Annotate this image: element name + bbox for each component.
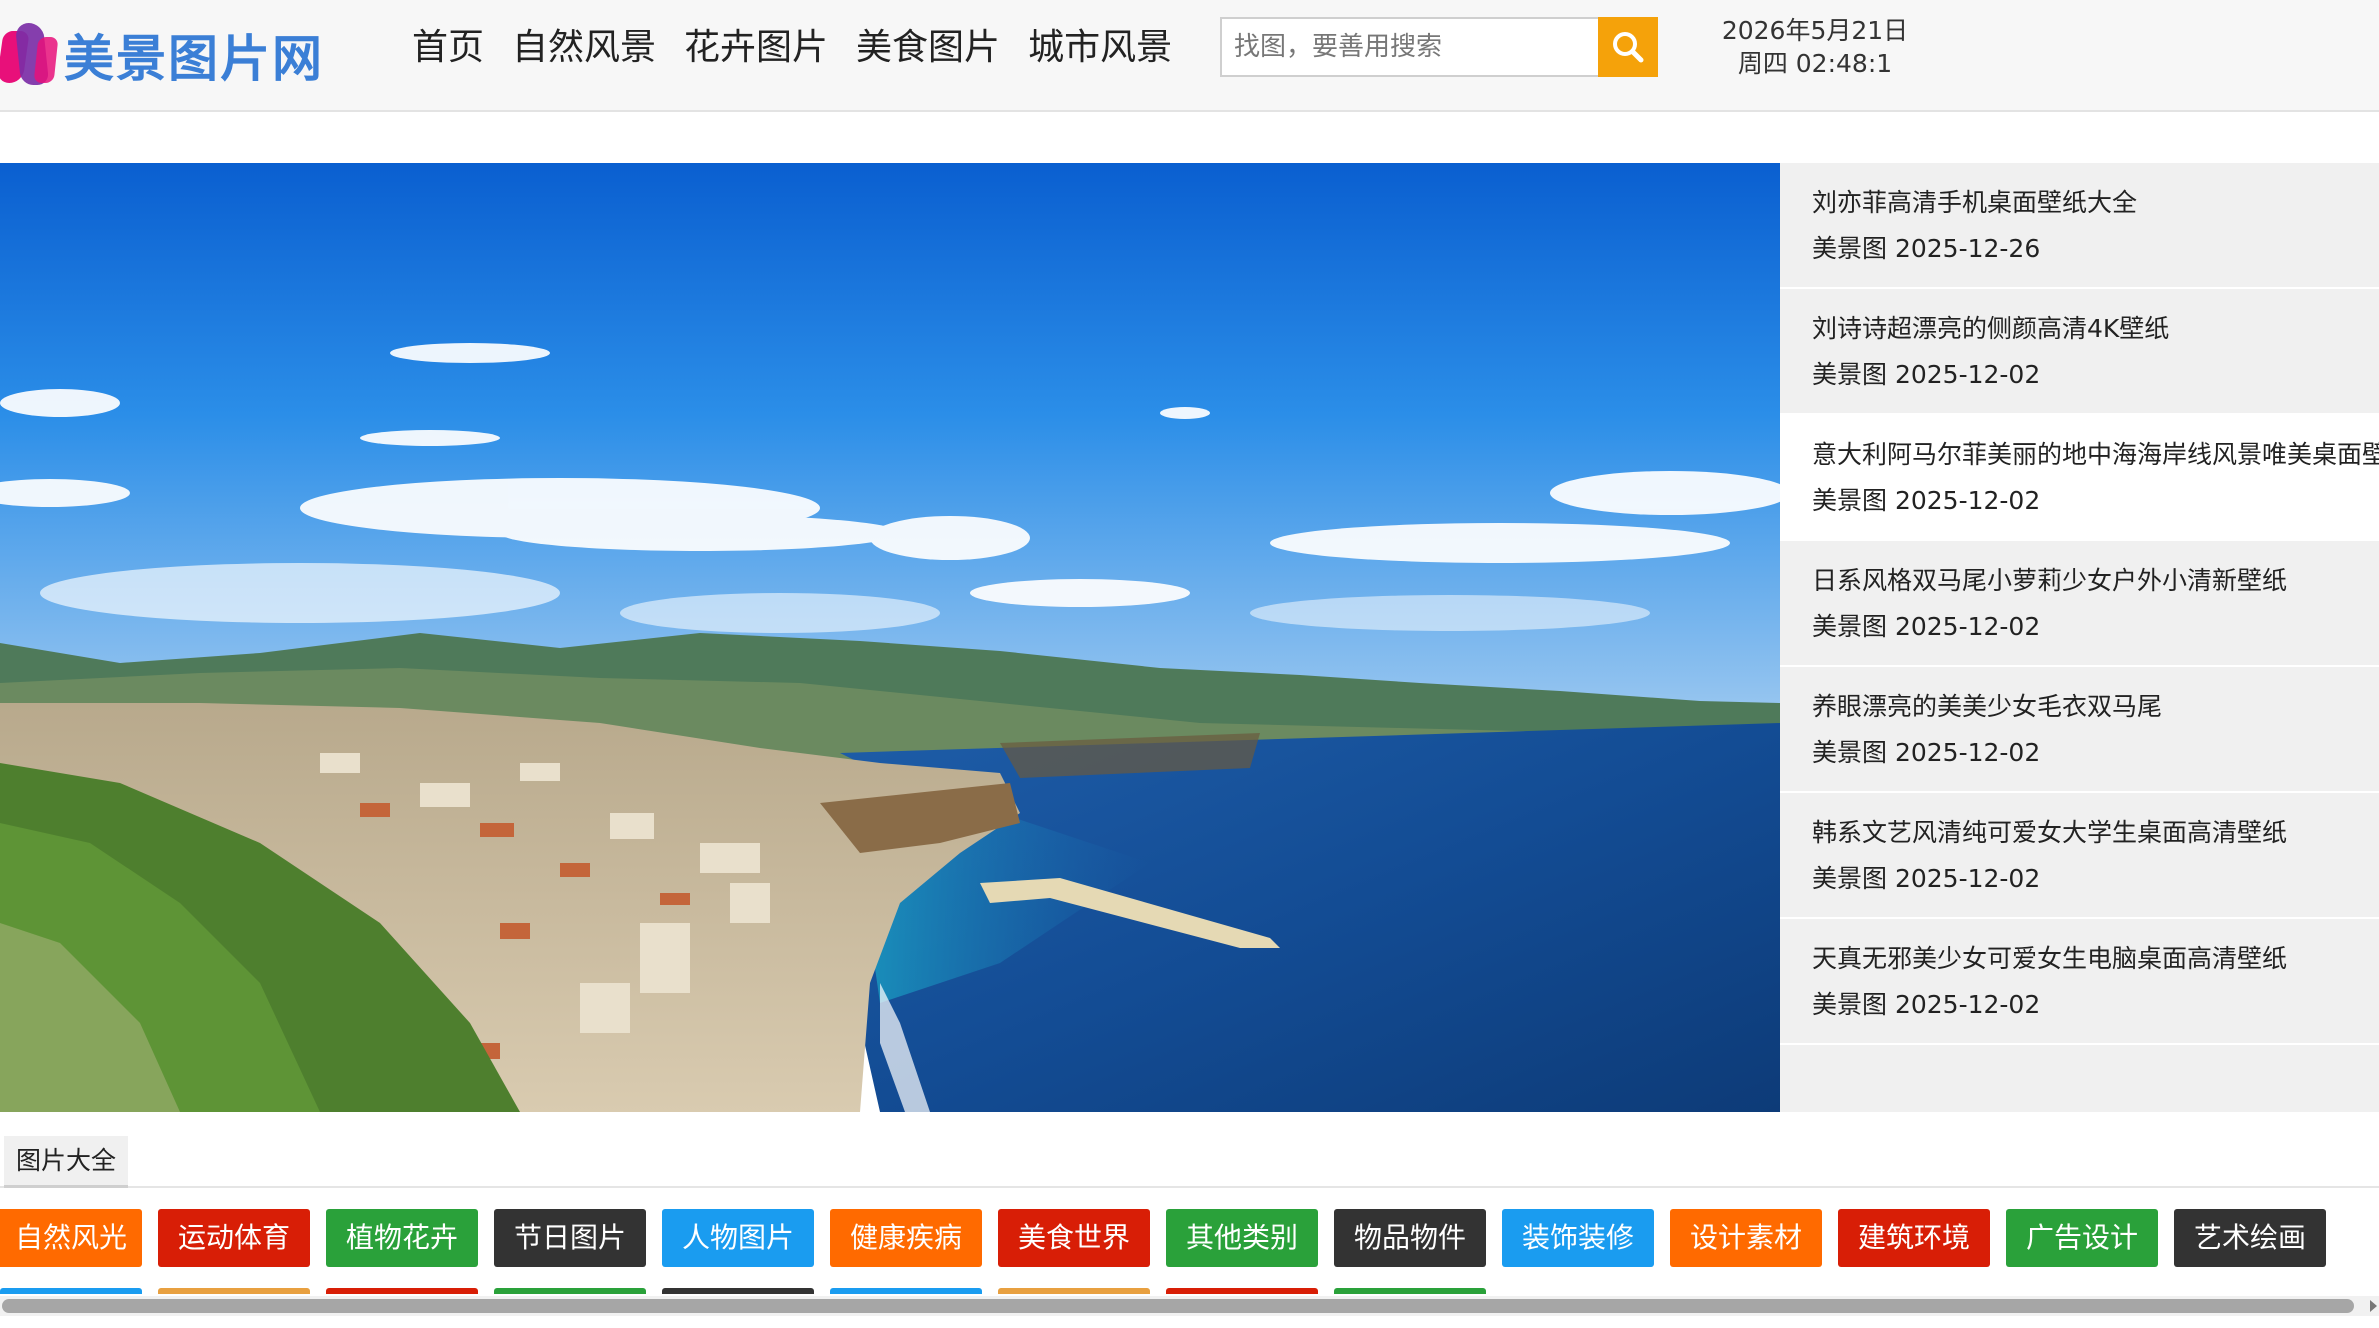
site-header: 美景图片网 首页 自然风景 花卉图片 美食图片 城市风景 2026年5月21日 … <box>0 0 2379 112</box>
list-item[interactable]: 天真无邪美少女可爱女生电脑桌面高清壁纸 美景图 2025-12-02 <box>1780 919 2379 1045</box>
list-item-meta: 美景图 2025-12-02 <box>1812 360 2041 389</box>
list-item-meta: 美景图 2025-12-02 <box>1812 990 2041 1019</box>
category-tag[interactable]: 物品物件 <box>1334 1209 1486 1267</box>
coastline-landscape-image <box>0 163 1780 1112</box>
hero-image[interactable] <box>0 163 1780 1112</box>
nav-food[interactable]: 美食图片 <box>842 20 1014 76</box>
section-tab-all-images[interactable]: 图片大全 <box>4 1136 129 1188</box>
category-tag[interactable]: 建筑环境 <box>1838 1209 1990 1267</box>
category-tag[interactable]: 节日图片 <box>494 1209 646 1267</box>
list-item-meta: 美景图 2025-12-02 <box>1812 486 2041 515</box>
search-icon <box>1613 32 1644 63</box>
search-bar <box>1220 17 1658 77</box>
category-tag-partial[interactable] <box>494 1288 646 1294</box>
horizontal-scrollbar[interactable] <box>0 1296 2379 1316</box>
section-header: 图片大全 <box>0 1136 2379 1188</box>
category-tag[interactable]: 健康疾病 <box>830 1209 982 1267</box>
category-tag-partial[interactable] <box>1166 1288 1318 1294</box>
list-item-title[interactable]: 天真无邪美少女可爱女生电脑桌面高清壁纸 <box>1812 941 2379 977</box>
category-tag[interactable]: 美食世界 <box>998 1209 1150 1267</box>
category-tag-partial[interactable] <box>998 1288 1150 1294</box>
time-text: 周四 02:48:1 <box>1737 49 1893 78</box>
category-tag-partial[interactable] <box>662 1288 814 1294</box>
list-item-title[interactable]: 意大利阿马尔菲美丽的地中海海岸线风景唯美桌面壁 <box>1812 437 2379 473</box>
category-tags: 自然风光 运动体育 植物花卉 节日图片 人物图片 健康疾病 美食世界 其他类别 物品物件 装饰装修… <box>0 1209 2342 1267</box>
site-logo[interactable]: 美景图片网 <box>0 10 324 100</box>
category-tag[interactable]: 人物图片 <box>662 1209 814 1267</box>
category-tag[interactable]: 自然风光 <box>0 1209 142 1267</box>
category-tag-partial[interactable] <box>158 1288 310 1294</box>
category-tag[interactable]: 其他类别 <box>1166 1209 1318 1267</box>
list-item-title[interactable]: 韩系文艺风清纯可爱女大学生桌面高清壁纸 <box>1812 815 2379 851</box>
list-item[interactable]: 日系风格双马尾小萝莉少女户外小清新壁纸 美景图 2025-12-02 <box>1780 541 2379 667</box>
list-item-meta: 美景图 2025-12-02 <box>1812 612 2041 641</box>
logo-mark-icon <box>0 23 60 87</box>
list-item-meta: 美景图 2025-12-26 <box>1812 234 2041 263</box>
category-tag[interactable]: 运动体育 <box>158 1209 310 1267</box>
list-item-title[interactable]: 日系风格双马尾小萝莉少女户外小清新壁纸 <box>1812 563 2379 599</box>
list-item-active[interactable]: 意大利阿马尔菲美丽的地中海海岸线风景唯美桌面壁 美景图 2025-12-02 <box>1780 415 2379 541</box>
list-item-meta: 美景图 2025-12-02 <box>1812 738 2041 767</box>
latest-list: 刘亦菲高清手机桌面壁纸大全 美景图 2025-12-26 刘诗诗超漂亮的侧颜高清… <box>1780 163 2379 1112</box>
category-tag[interactable]: 设计素材 <box>1670 1209 1822 1267</box>
category-tag[interactable]: 艺术绘画 <box>2174 1209 2326 1267</box>
list-item[interactable]: 韩系文艺风清纯可爱女大学生桌面高清壁纸 美景图 2025-12-02 <box>1780 793 2379 919</box>
list-item-title[interactable]: 刘诗诗超漂亮的侧颜高清4K壁纸 <box>1812 311 2379 347</box>
category-tag[interactable]: 装饰装修 <box>1502 1209 1654 1267</box>
category-tags-row2 <box>0 1288 1502 1294</box>
scroll-right-arrow-icon[interactable] <box>2370 1300 2377 1312</box>
list-item-title[interactable]: 养眼漂亮的美美少女毛衣双马尾 <box>1812 689 2379 725</box>
nav-flowers[interactable]: 花卉图片 <box>670 20 842 76</box>
datetime-display: 2026年5月21日 周四 02:48:1 <box>1700 14 1930 80</box>
category-tag-partial[interactable] <box>0 1288 142 1294</box>
scrollbar-thumb[interactable] <box>2 1299 2354 1313</box>
list-item-meta: 美景图 2025-12-02 <box>1812 864 2041 893</box>
category-tag[interactable]: 广告设计 <box>2006 1209 2158 1267</box>
list-item[interactable]: 刘诗诗超漂亮的侧颜高清4K壁纸 美景图 2025-12-02 <box>1780 289 2379 415</box>
list-item-title[interactable]: 刘亦菲高清手机桌面壁纸大全 <box>1812 185 2379 221</box>
nav-home[interactable]: 首页 <box>398 20 498 76</box>
nav-city[interactable]: 城市风景 <box>1014 20 1186 76</box>
search-input[interactable] <box>1220 17 1598 77</box>
list-item[interactable]: 刘亦菲高清手机桌面壁纸大全 美景图 2025-12-26 <box>1780 163 2379 289</box>
category-tag-partial[interactable] <box>1334 1288 1486 1294</box>
logo-text: 美景图片网 <box>64 30 324 88</box>
search-button[interactable] <box>1598 17 1658 77</box>
category-tag[interactable]: 植物花卉 <box>326 1209 478 1267</box>
category-tag-partial[interactable] <box>326 1288 478 1294</box>
category-tag-partial[interactable] <box>830 1288 982 1294</box>
nav-nature[interactable]: 自然风景 <box>498 20 670 76</box>
main-nav: 首页 自然风景 花卉图片 美食图片 城市风景 <box>398 20 1186 76</box>
date-text: 2026年5月21日 <box>1721 16 1909 45</box>
list-item[interactable]: 养眼漂亮的美美少女毛衣双马尾 美景图 2025-12-02 <box>1780 667 2379 793</box>
